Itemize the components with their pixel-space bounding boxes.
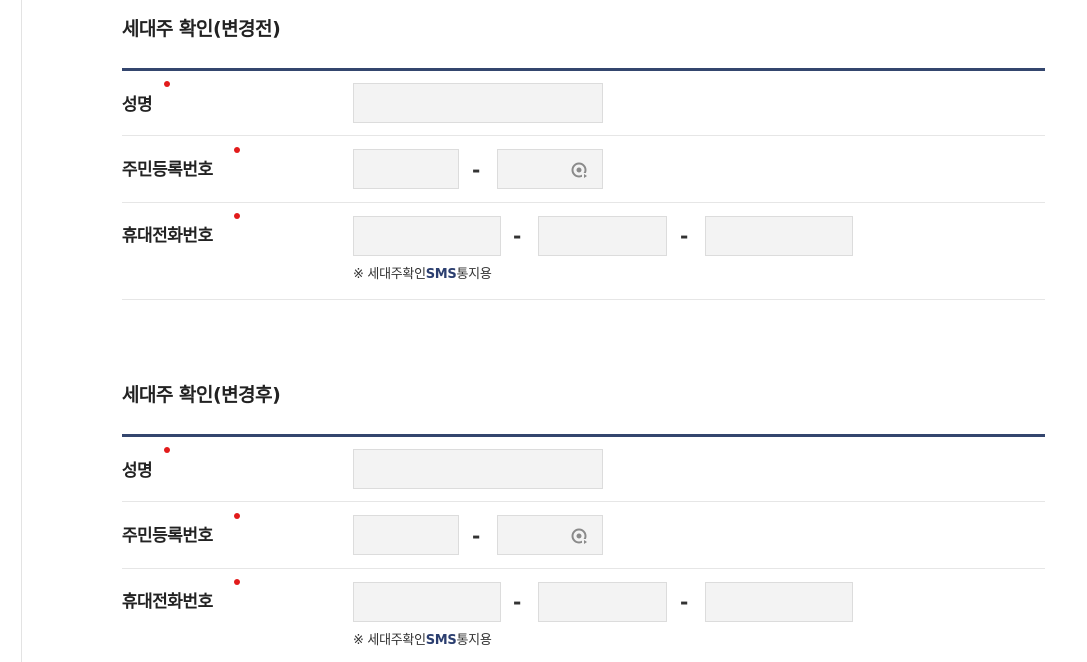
section-title: 세대주 확인(변경후) [122,384,281,406]
section-householder-before: 세대주 확인(변경전) 성명 주민등록번호 - 휴대전화번호 - - ※ 세대주… [122,12,1045,300]
rrn-separator: - [472,158,481,182]
rrn-front-input[interactable] [353,515,459,555]
rrn-row: 주민등록번호 - [122,136,1045,203]
required-indicator [234,579,240,585]
virtual-keypad-icon[interactable] [570,161,588,179]
name-input[interactable] [353,83,603,123]
rrn-back-input[interactable] [497,149,603,189]
name-row: 성명 [122,71,1045,136]
rrn-row: 주민등록번호 - [122,502,1045,569]
phone-label: 휴대전화번호 [122,226,213,246]
phone-separator: - [513,590,522,614]
sms-notice-suffix: 통지용 [456,633,492,648]
sms-notice-prefix: ※ 세대주확인 [353,633,426,648]
virtual-keypad-icon[interactable] [570,527,588,545]
name-label: 성명 [122,461,153,481]
section-householder-after: 세대주 확인(변경후) 성명 주민등록번호 - 휴대전화번호 - - ※ 세대주… [122,378,1045,662]
phone-row: 휴대전화번호 - - ※ 세대주확인SMS통지용 [122,203,1045,300]
section-title: 세대주 확인(변경전) [122,18,281,40]
rrn-separator: - [472,524,481,548]
rrn-front-input[interactable] [353,149,459,189]
phone-label: 휴대전화번호 [122,592,213,612]
required-indicator [234,513,240,519]
phone-part3-input[interactable] [705,582,853,622]
phone-separator: - [513,224,522,248]
rrn-back-input[interactable] [497,515,603,555]
sms-notice-highlight: SMS [425,633,457,648]
required-indicator [234,147,240,153]
required-indicator [234,213,240,219]
phone-row: 휴대전화번호 - - ※ 세대주확인SMS통지용 [122,569,1045,662]
name-input[interactable] [353,449,603,489]
phone-part1-input[interactable] [353,216,501,256]
required-indicator [164,447,170,453]
rrn-label: 주민등록번호 [122,526,213,546]
sms-notice-prefix: ※ 세대주확인 [353,267,426,282]
name-label: 성명 [122,95,153,115]
phone-part1-input[interactable] [353,582,501,622]
name-row: 성명 [122,437,1045,502]
phone-separator: - [680,224,689,248]
left-border-line [21,0,22,662]
sms-notice: ※ 세대주확인SMS통지용 [353,267,492,283]
phone-part3-input[interactable] [705,216,853,256]
required-indicator [164,81,170,87]
sms-notice-highlight: SMS [425,267,457,282]
sms-notice-suffix: 통지용 [456,267,492,282]
sms-notice: ※ 세대주확인SMS통지용 [353,633,492,649]
phone-part2-input[interactable] [538,582,667,622]
phone-separator: - [680,590,689,614]
rrn-label: 주민등록번호 [122,160,213,180]
phone-part2-input[interactable] [538,216,667,256]
